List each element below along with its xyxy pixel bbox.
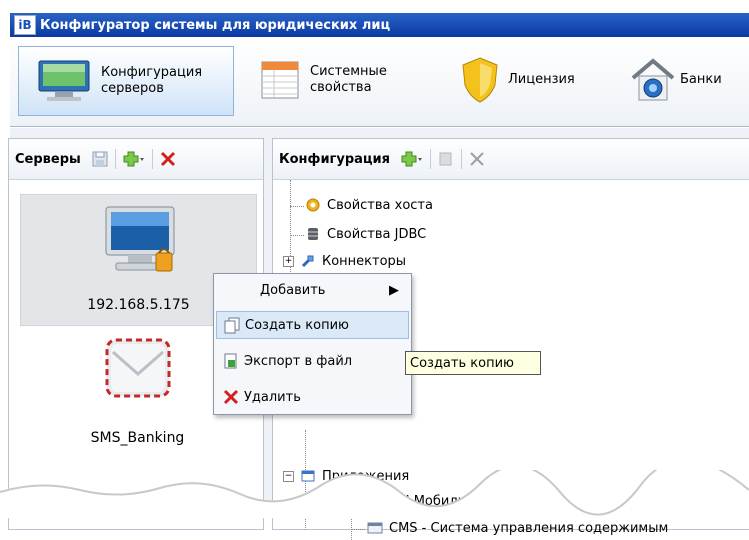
computer-icon xyxy=(105,206,175,272)
window-title-bar: iB Конфигуратор системы для юридических … xyxy=(10,13,749,37)
configuration-pane-header: Конфигурация xyxy=(273,139,749,180)
app-logo-icon: iB xyxy=(14,15,36,35)
plug-icon xyxy=(301,255,314,268)
tab-label: Лицензия xyxy=(508,72,575,87)
tab-label: Банки xyxy=(680,72,722,87)
context-menu: Добавить ▶ Создать копию Экспорт в файл … xyxy=(213,273,412,415)
menu-item-export-to-file[interactable]: Экспорт в файл xyxy=(216,348,407,374)
tab-server-configuration[interactable]: Конфигурация серверов xyxy=(18,46,234,116)
menu-item-label: Добавить xyxy=(260,282,326,298)
tab-system-properties[interactable]: Системные свойства xyxy=(246,46,424,114)
copy-icon xyxy=(439,152,452,166)
copy-icon xyxy=(224,317,240,334)
delete-icon[interactable] xyxy=(159,150,177,168)
gear-icon xyxy=(306,198,320,212)
menu-item-label: Удалить xyxy=(244,389,301,405)
menu-item-delete[interactable]: Удалить xyxy=(216,384,407,410)
tree-item-label: Свойства хоста xyxy=(327,197,433,213)
menu-item-label: Создать копию xyxy=(245,317,349,333)
save-icon[interactable] xyxy=(91,150,109,168)
toolbar-separator xyxy=(460,149,462,169)
tab-banks[interactable]: Банки xyxy=(620,46,749,114)
configuration-pane-title: Конфигурация xyxy=(279,151,390,167)
window-title: Конфигуратор системы для юридических лиц xyxy=(40,17,391,33)
tree-item[interactable]: Свойства JDBC xyxy=(305,226,426,242)
tree-item-label: Свойства JDBC xyxy=(327,226,427,242)
tab-label-line1: Системные xyxy=(310,64,387,79)
toolbar-separator xyxy=(429,149,431,169)
add-icon[interactable] xyxy=(122,150,146,168)
application-icon xyxy=(367,522,383,534)
export-icon xyxy=(224,353,237,369)
tab-label-line2: серверов xyxy=(101,81,164,96)
submenu-arrow-icon: ▶ xyxy=(389,282,399,298)
toolbar-separator xyxy=(151,149,153,169)
tab-label-line2: свойства xyxy=(310,80,372,95)
ribbon-toolbar: Конфигурация серверов Системные свойства Л… xyxy=(10,38,749,127)
database-icon xyxy=(308,228,318,240)
house-icon xyxy=(631,58,675,101)
menu-item-add[interactable]: Добавить ▶ xyxy=(216,277,407,303)
servers-pane-title: Серверы xyxy=(15,151,81,167)
tree-item[interactable]: Свойства хоста xyxy=(305,197,433,213)
tree-item-label: Коннекторы xyxy=(322,253,407,269)
envelope-icon xyxy=(105,338,171,398)
expand-icon[interactable]: + xyxy=(283,255,294,267)
torn-paper-edge xyxy=(0,470,749,518)
toolbar-separator xyxy=(114,149,116,169)
add-icon[interactable] xyxy=(400,150,424,168)
menu-item-create-copy[interactable]: Создать копию xyxy=(216,311,409,339)
shield-icon xyxy=(462,57,498,103)
tree-item[interactable]: CMS - Система управления содержимым xyxy=(367,520,668,536)
delete-icon xyxy=(470,152,484,166)
spreadsheet-icon xyxy=(261,61,299,99)
servers-pane-header: Серверы xyxy=(9,139,263,180)
monitor-icon xyxy=(38,60,90,101)
delete-icon xyxy=(223,389,239,405)
tree-item[interactable]: + Коннекторы xyxy=(283,253,406,269)
tooltip: Создать копию xyxy=(405,351,541,375)
tab-label-line1: Конфигурация xyxy=(101,65,203,80)
menu-item-label: Экспорт в файл xyxy=(244,353,353,369)
tree-item-label: CMS - Система управления содержимым xyxy=(389,520,669,536)
tab-license[interactable]: Лицензия xyxy=(450,46,610,114)
server-item-label: SMS_Banking xyxy=(90,430,185,446)
